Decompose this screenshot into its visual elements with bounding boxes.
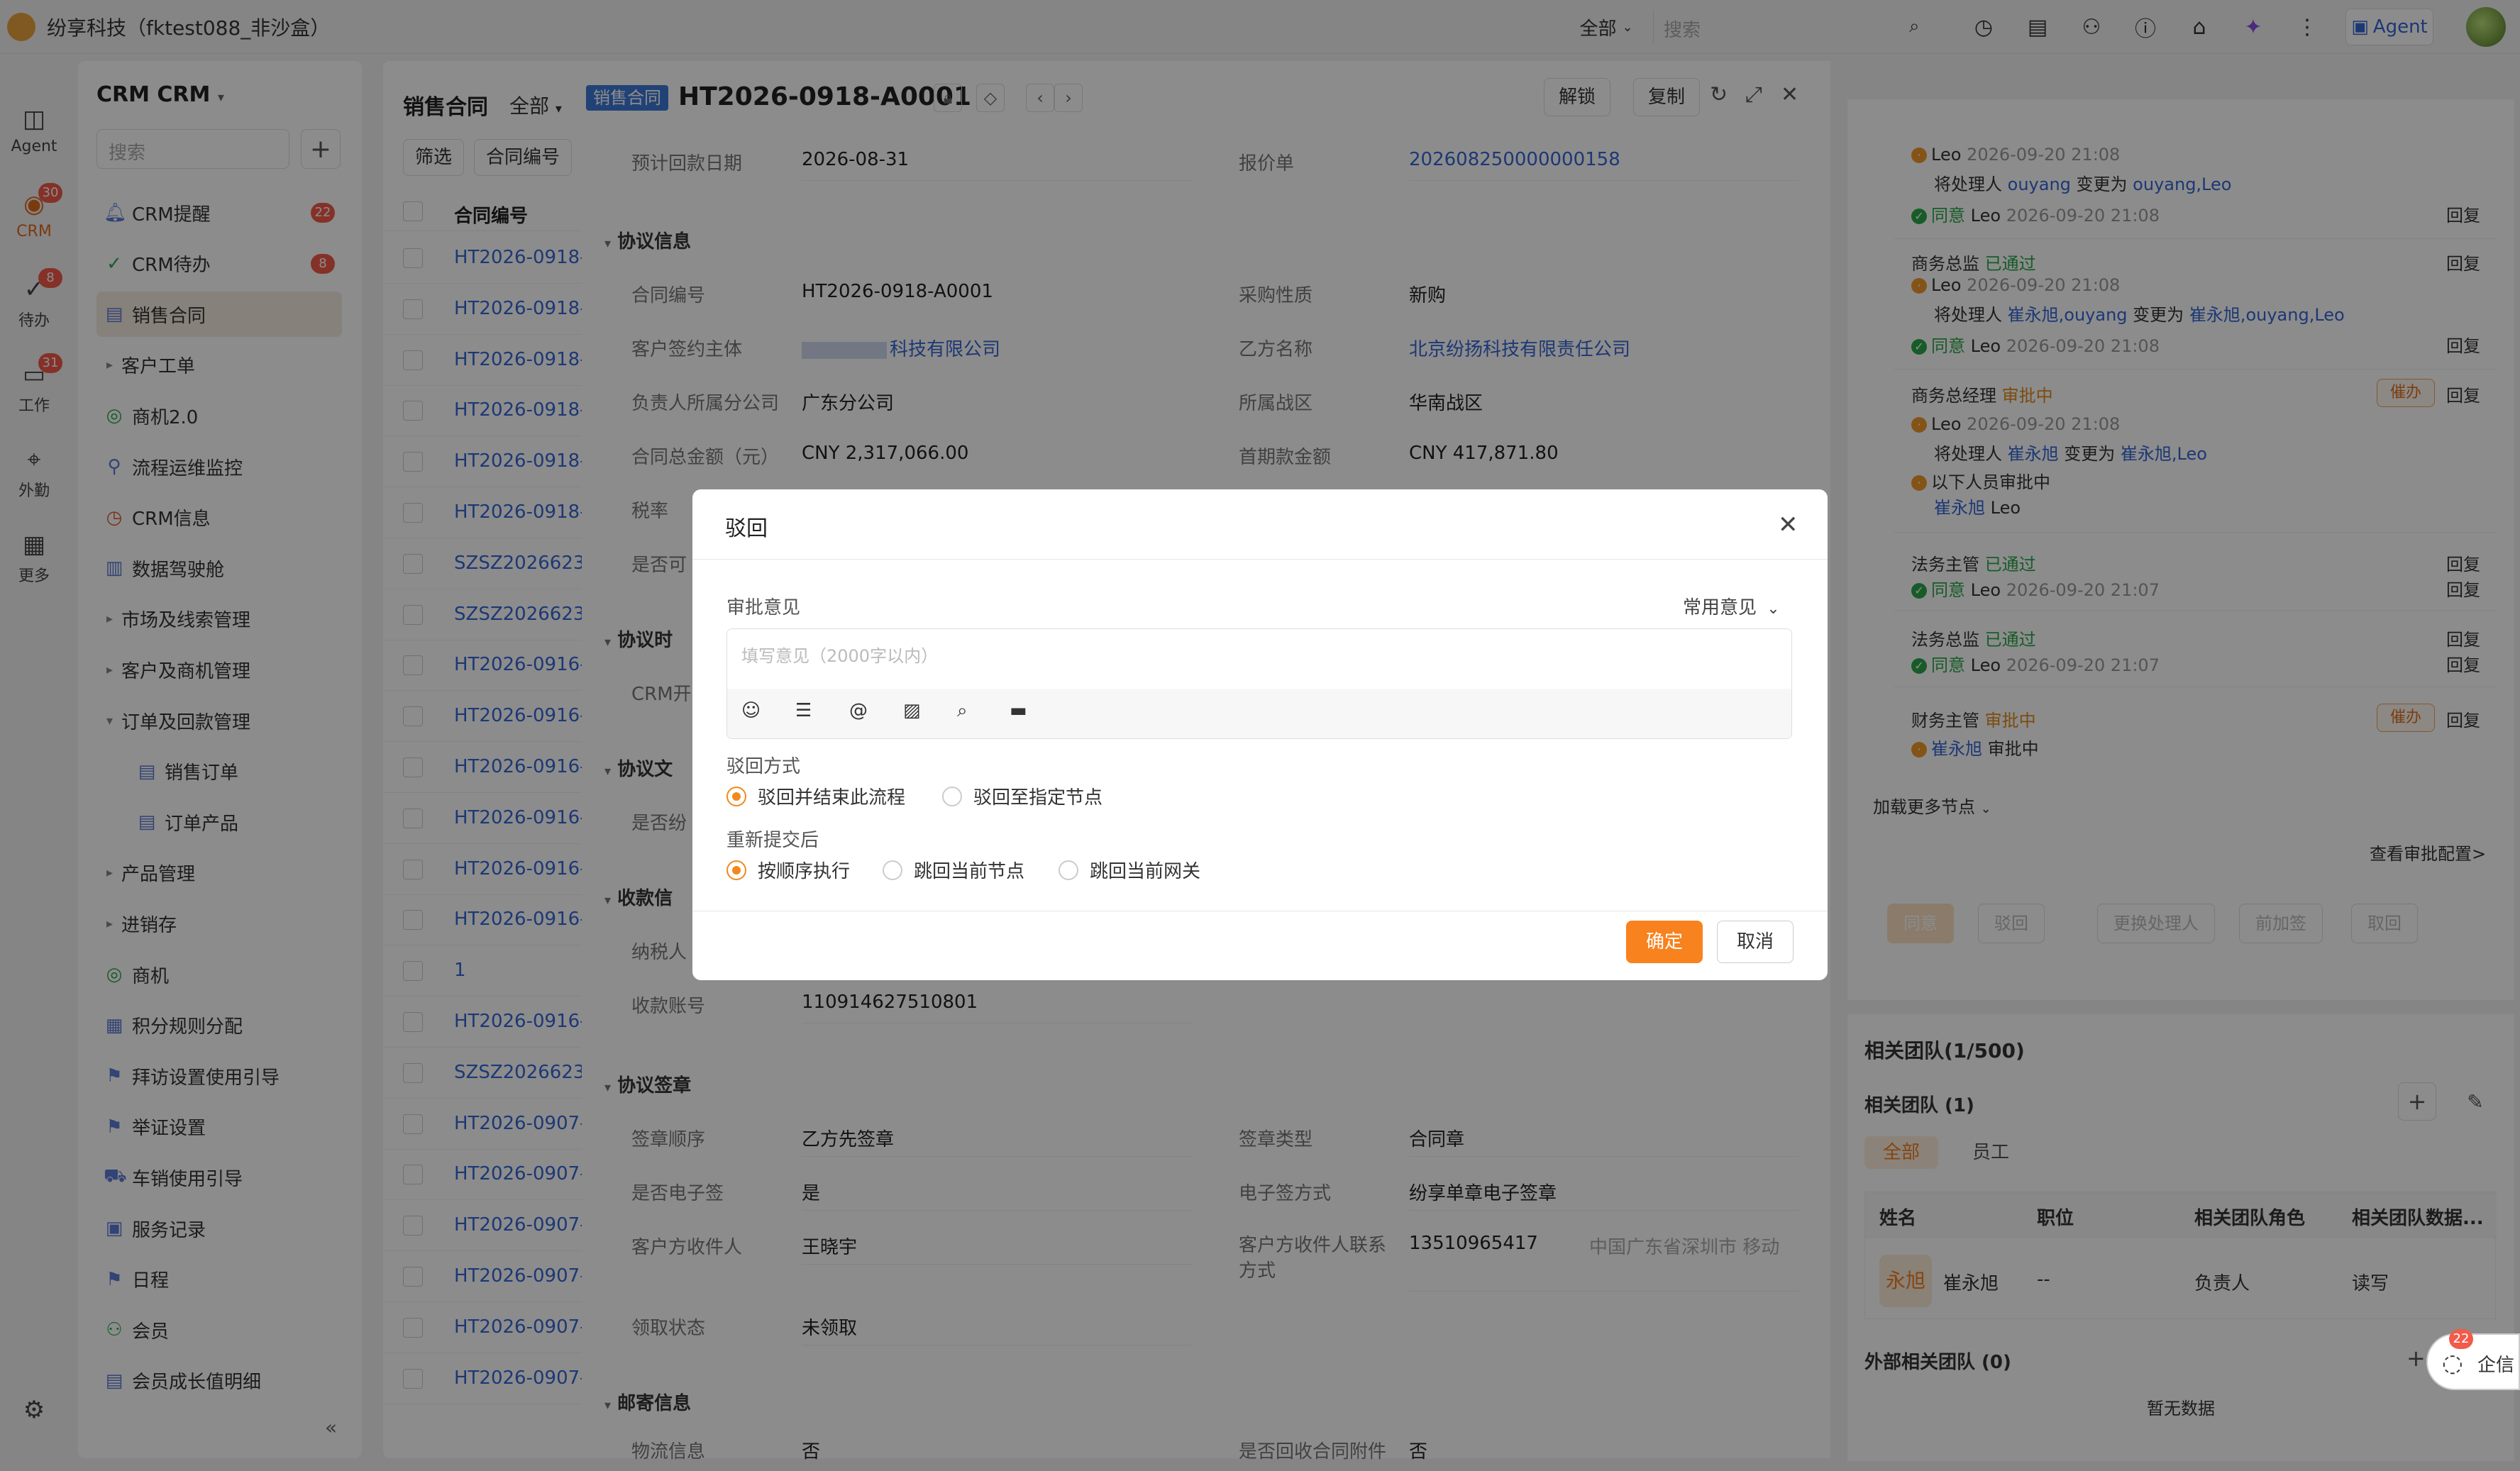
opinion-editor[interactable]: 填写意见（2000字以内） ☺ ☰ @ ▨ ⌕ ▬ [726, 628, 1792, 739]
attachment-icon[interactable]: ⌕ [957, 700, 968, 722]
dialog-title: 驳回 [725, 516, 768, 541]
common-opinion-label: 常用意见 [1683, 597, 1757, 618]
chevron-down-icon: ⌄ [1767, 600, 1780, 618]
method-label: 驳回方式 [726, 756, 801, 777]
qixin-label: 企信 [2477, 1355, 2515, 1376]
qixin-badge: 22 [2449, 1329, 2473, 1349]
resubmit-option-node[interactable]: 跳回当前节点 [883, 857, 1024, 883]
option-label: 跳回当前网关 [1090, 861, 1201, 882]
opinion-placeholder: 填写意见（2000字以内） [741, 646, 939, 666]
qixin-chat-button[interactable]: ◌ 企信 22 [2426, 1329, 2520, 1390]
confirm-button[interactable]: 确定 [1626, 921, 1703, 963]
image-icon[interactable]: ▨ [903, 700, 921, 721]
reject-dialog: 驳回 ✕ 审批意见 常用意见 ⌄ 填写意见（2000字以内） ☺ ☰ @ ▨ ⌕… [692, 489, 1828, 980]
chat-icon: ◌ [2442, 1349, 2463, 1377]
option-label: 驳回至指定节点 [973, 787, 1103, 809]
opinion-label: 审批意见 [726, 597, 801, 618]
option-label: 跳回当前节点 [914, 861, 1025, 882]
resubmit-option-order[interactable]: 按顺序执行 [726, 857, 850, 883]
radio-icon [942, 786, 962, 806]
mention-icon[interactable]: @ [849, 700, 868, 721]
emoji-icon[interactable]: ☺ [741, 700, 761, 721]
radio-icon [726, 860, 746, 880]
list-icon[interactable]: ☰ [795, 700, 812, 721]
radio-icon [726, 786, 746, 806]
option-label: 驳回并结束此流程 [758, 787, 906, 809]
resubmit-label: 重新提交后 [726, 830, 819, 851]
resubmit-option-gateway[interactable]: 跳回当前网关 [1059, 857, 1200, 883]
close-icon[interactable]: ✕ [1778, 511, 1798, 539]
radio-icon [1059, 860, 1078, 880]
card-icon[interactable]: ▬ [1010, 700, 1027, 721]
method-option-end[interactable]: 驳回并结束此流程 [726, 783, 905, 809]
option-label: 按顺序执行 [758, 861, 851, 882]
cancel-button[interactable]: 取消 [1717, 921, 1794, 963]
radio-icon [883, 860, 902, 880]
editor-toolbar: ☺ ☰ @ ▨ ⌕ ▬ [727, 689, 1791, 738]
method-option-node[interactable]: 驳回至指定节点 [942, 783, 1102, 809]
common-opinion-dropdown[interactable]: 常用意见 ⌄ [1683, 593, 1780, 619]
